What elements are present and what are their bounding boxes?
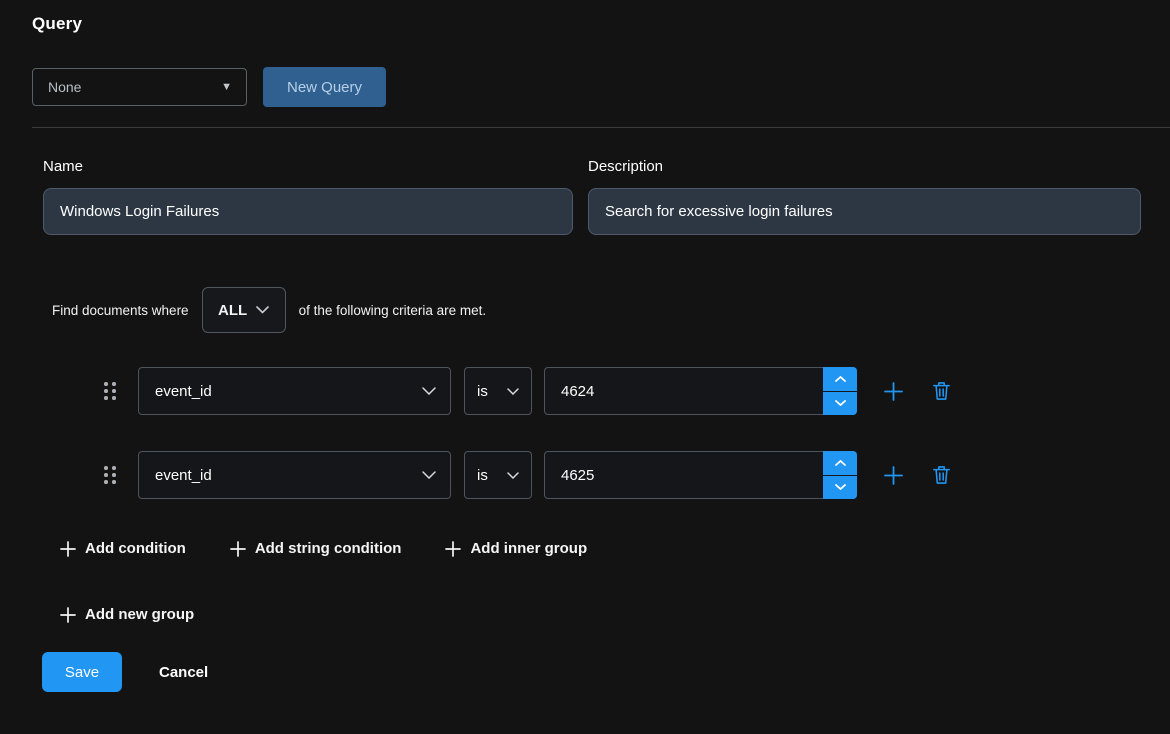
operator-select-value: is <box>477 467 488 484</box>
number-spinner <box>823 367 857 415</box>
trash-icon <box>932 381 951 401</box>
name-input[interactable] <box>43 188 573 235</box>
operator-select-value: is <box>477 383 488 400</box>
chevron-down-icon <box>835 400 846 406</box>
dot <box>104 466 108 470</box>
dot <box>112 473 116 477</box>
plus-icon <box>60 541 76 557</box>
dot <box>104 473 108 477</box>
dot <box>104 480 108 484</box>
description-label: Description <box>588 158 1141 175</box>
footer-actions: Save Cancel <box>42 652 1170 692</box>
dot <box>104 396 108 400</box>
field-select-value: event_id <box>155 383 212 400</box>
chevron-down-icon <box>422 387 436 395</box>
spinner-up-button[interactable] <box>823 367 857 391</box>
page-title: Query <box>32 14 1170 34</box>
number-spinner <box>823 451 857 499</box>
dot <box>104 389 108 393</box>
delete-condition-button[interactable] <box>932 381 951 401</box>
chevron-down-icon <box>507 388 519 395</box>
add-condition-button[interactable]: Add condition <box>60 540 186 557</box>
name-description-row: Name Description <box>43 158 1141 235</box>
spinner-up-button[interactable] <box>823 451 857 475</box>
spinner-down-button[interactable] <box>823 392 857 416</box>
add-group-row: Add new group <box>60 606 1170 623</box>
name-field-group: Name <box>43 158 573 235</box>
spinner-down-button[interactable] <box>823 476 857 500</box>
section-divider <box>32 127 1170 128</box>
trash-icon <box>932 465 951 485</box>
dot <box>112 466 116 470</box>
dot <box>104 382 108 386</box>
value-input[interactable] <box>544 367 857 415</box>
delete-condition-button[interactable] <box>932 465 951 485</box>
add-links-row: Add condition Add string condition Add i… <box>60 540 1170 557</box>
criteria-prefix-text: Find documents where <box>52 303 189 318</box>
add-string-condition-button[interactable]: Add string condition <box>230 540 402 557</box>
value-field-group <box>544 451 857 499</box>
plus-icon <box>884 466 903 485</box>
dot <box>112 396 116 400</box>
criteria-suffix-text: of the following criteria are met. <box>299 303 487 318</box>
add-inner-group-label: Add inner group <box>470 540 587 557</box>
query-selector-row: None ▼ New Query <box>32 67 1170 107</box>
new-query-button[interactable]: New Query <box>263 67 386 107</box>
condition-row: event_id is <box>104 367 1170 415</box>
description-input[interactable] <box>588 188 1141 235</box>
match-operator-value: ALL <box>218 302 247 319</box>
field-select[interactable]: event_id <box>138 367 451 415</box>
chevron-down-icon <box>422 471 436 479</box>
field-select-value: event_id <box>155 467 212 484</box>
condition-row: event_id is <box>104 451 1170 499</box>
chevron-down-icon <box>256 306 269 314</box>
chevron-down-icon <box>507 472 519 479</box>
plus-icon <box>230 541 246 557</box>
add-new-group-label: Add new group <box>85 606 194 623</box>
add-string-condition-label: Add string condition <box>255 540 402 557</box>
dropdown-triangle-icon: ▼ <box>221 82 232 93</box>
chevron-up-icon <box>835 460 846 466</box>
description-field-group: Description <box>588 158 1141 235</box>
value-field-group <box>544 367 857 415</box>
value-input[interactable] <box>544 451 857 499</box>
plus-icon <box>884 382 903 401</box>
save-button[interactable]: Save <box>42 652 122 692</box>
add-new-group-button[interactable]: Add new group <box>60 606 194 623</box>
chevron-up-icon <box>835 376 846 382</box>
chevron-down-icon <box>835 484 846 490</box>
match-operator-select[interactable]: ALL <box>202 287 286 333</box>
plus-icon <box>60 607 76 623</box>
name-label: Name <box>43 158 573 175</box>
operator-select[interactable]: is <box>464 367 532 415</box>
criteria-sentence: Find documents where ALL of the followin… <box>52 287 1170 333</box>
dot <box>112 382 116 386</box>
add-condition-label: Add condition <box>85 540 186 557</box>
cancel-button[interactable]: Cancel <box>159 664 208 681</box>
dot <box>112 480 116 484</box>
plus-icon <box>445 541 461 557</box>
add-condition-inline-button[interactable] <box>884 466 903 485</box>
drag-handle-icon[interactable] <box>104 466 116 484</box>
saved-query-select-value: None <box>48 79 81 95</box>
field-select[interactable]: event_id <box>138 451 451 499</box>
add-condition-inline-button[interactable] <box>884 382 903 401</box>
saved-query-select[interactable]: None ▼ <box>32 68 247 106</box>
add-inner-group-button[interactable]: Add inner group <box>445 540 587 557</box>
operator-select[interactable]: is <box>464 451 532 499</box>
dot <box>112 389 116 393</box>
drag-handle-icon[interactable] <box>104 382 116 400</box>
